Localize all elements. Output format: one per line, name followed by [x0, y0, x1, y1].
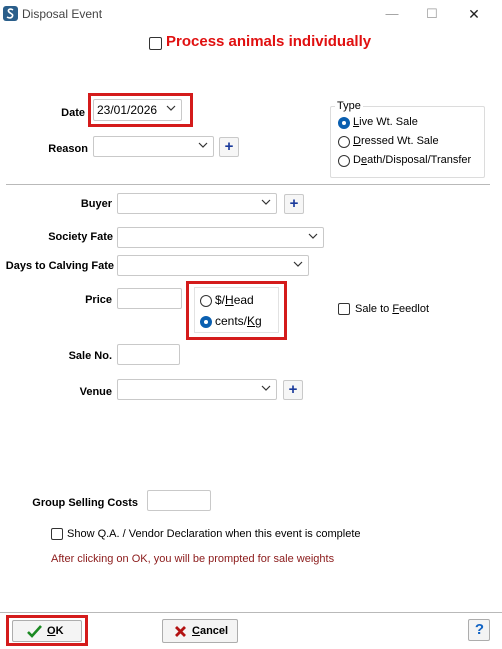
date-label: Date [61, 107, 85, 119]
ok-label: OK [47, 625, 64, 637]
reason-label: Reason [48, 143, 88, 155]
add-venue-button[interactable]: + [283, 380, 303, 400]
sale-weights-notice: After clicking on OK, you will be prompt… [51, 553, 335, 565]
sale-no-input[interactable] [117, 344, 180, 365]
minimize-button[interactable]: — [378, 4, 406, 24]
price-input[interactable] [117, 288, 182, 309]
death-disposal-transfer-radio[interactable] [338, 155, 350, 167]
group-selling-costs-input[interactable] [147, 490, 211, 511]
chevron-down-icon [293, 261, 303, 267]
per-head-label[interactable]: $/Head [215, 293, 254, 307]
x-icon [175, 626, 186, 637]
title-bar: Disposal Event — ☐ ✕ [0, 0, 502, 28]
date-picker[interactable]: 23/01/2026 [93, 99, 182, 121]
help-icon: ? [474, 621, 485, 638]
ok-button[interactable]: OK [12, 620, 82, 642]
process-individually-label: Process animals individually [166, 33, 372, 50]
cents-per-kg-label[interactable]: cents/Kg [215, 314, 262, 328]
society-fate-dropdown[interactable] [117, 227, 324, 248]
process-individually-checkbox[interactable] [149, 37, 162, 50]
check-icon [27, 625, 42, 638]
price-label: Price [85, 294, 112, 306]
add-buyer-button[interactable]: + [284, 194, 304, 214]
dressed-wt-sale-radio[interactable] [338, 136, 350, 148]
help-button[interactable]: ? [468, 619, 490, 641]
date-value: 23/01/2026 [97, 103, 158, 117]
death-disposal-transfer-label[interactable]: Death/Disposal/Transfer [353, 154, 471, 166]
type-group-title: Type [335, 100, 363, 112]
dialog-body: Process animals individually Date 23/01/… [0, 28, 502, 649]
buyer-dropdown[interactable] [117, 193, 277, 214]
sale-to-feedlot-label[interactable]: Sale to Feedlot [355, 303, 429, 315]
chevron-down-icon [261, 385, 271, 391]
chevron-down-icon [308, 233, 318, 239]
group-selling-costs-label: Group Selling Costs [32, 497, 138, 509]
chevron-down-icon [198, 142, 208, 148]
days-to-calving-fate-dropdown[interactable] [117, 255, 309, 276]
close-button[interactable]: ✕ [460, 4, 488, 24]
maximize-button[interactable]: ☐ [418, 4, 446, 24]
cancel-button[interactable]: Cancel [162, 619, 238, 643]
app-logo-icon [3, 6, 18, 21]
per-head-radio[interactable] [200, 295, 212, 307]
footer-divider [0, 612, 502, 613]
venue-label: Venue [79, 386, 112, 398]
chevron-down-icon [261, 199, 271, 205]
section-divider [6, 184, 490, 185]
add-reason-button[interactable]: + [219, 137, 239, 157]
sale-to-feedlot-checkbox[interactable] [338, 303, 350, 315]
reason-dropdown[interactable] [93, 136, 214, 157]
society-fate-label: Society Fate [48, 231, 113, 243]
buyer-label: Buyer [80, 198, 112, 210]
show-qa-label[interactable]: Show Q.A. / Vendor Declaration when this… [67, 528, 361, 540]
cancel-label: Cancel [192, 625, 229, 637]
show-qa-checkbox[interactable] [51, 528, 63, 540]
chevron-down-icon [166, 105, 176, 111]
days-to-calving-fate-label: Days to Calving Fate [5, 260, 114, 272]
window-title: Disposal Event [22, 7, 103, 21]
sale-no-label: Sale No. [68, 350, 112, 362]
cents-per-kg-radio[interactable] [200, 316, 212, 328]
dressed-wt-sale-label[interactable]: Dressed Wt. Sale [353, 135, 439, 147]
venue-dropdown[interactable] [117, 379, 277, 400]
live-wt-sale-radio[interactable] [338, 117, 350, 129]
live-wt-sale-label[interactable]: Live Wt. Sale [353, 116, 418, 128]
